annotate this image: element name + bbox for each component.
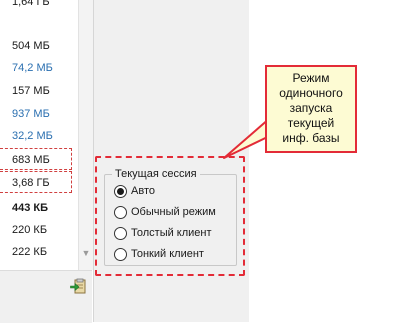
list-item[interactable]: 220 КБ — [0, 219, 72, 241]
list-item[interactable]: 504 МБ — [0, 35, 72, 57]
list-item[interactable]: 222 КБ — [0, 241, 72, 263]
callout-line: инф. базы — [282, 131, 340, 145]
list-item[interactable]: 32,2 МБ — [0, 125, 72, 147]
left-toolbar — [0, 270, 92, 323]
scroll-down-icon[interactable]: ▼ — [81, 248, 91, 258]
callout-line: Режим — [292, 71, 330, 85]
radio-label: Авто — [131, 185, 155, 197]
right-pane — [249, 0, 407, 322]
list-item[interactable]: 683 МБ — [0, 148, 72, 170]
radio-thick-client[interactable]: Толстый клиент — [114, 224, 239, 242]
list-item[interactable]: 443 КБ — [0, 197, 72, 219]
list-item[interactable]: 74,2 МБ — [0, 57, 72, 79]
radio-button[interactable] — [114, 206, 127, 219]
radio-auto[interactable]: Авто — [114, 182, 239, 200]
list-item[interactable]: 3,68 ГБ — [0, 171, 72, 193]
list-item[interactable]: 157 МБ — [0, 80, 72, 102]
session-mode-group-title: Текущая сессия — [112, 168, 200, 180]
callout-text: Режим одиночного запуска текущей инф. ба… — [267, 71, 355, 146]
radio-label: Обычный режим — [131, 206, 216, 218]
radio-button-checked[interactable] — [114, 185, 127, 198]
callout-line: одиночного — [279, 86, 343, 100]
vertical-scrollbar[interactable]: ▼ — [78, 0, 93, 270]
radio-button[interactable] — [114, 248, 127, 261]
callout-note: Режим одиночного запуска текущей инф. ба… — [265, 65, 357, 153]
radio-label: Тонкий клиент — [131, 248, 204, 260]
radio-normal-mode[interactable]: Обычный режим — [114, 203, 239, 221]
export-icon[interactable] — [70, 278, 86, 294]
radio-button[interactable] — [114, 227, 127, 240]
list-item[interactable]: 1,64 ГБ — [0, 0, 72, 13]
callout-line: текущей — [287, 116, 335, 130]
callout-line: запуска — [289, 101, 333, 115]
radio-thin-client[interactable]: Тонкий клиент — [114, 245, 239, 263]
radio-label: Толстый клиент — [131, 227, 212, 239]
list-item[interactable]: 937 МБ — [0, 103, 72, 125]
